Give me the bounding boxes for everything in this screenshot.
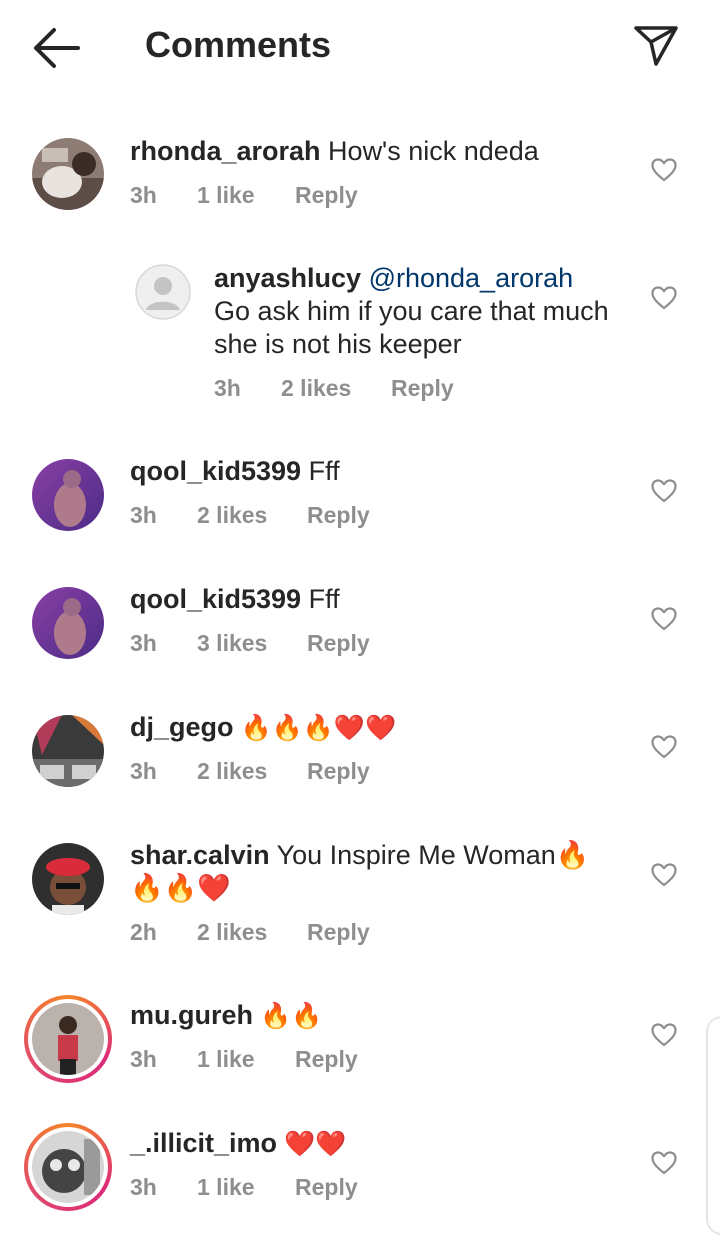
avatar[interactable] [32,1003,104,1075]
comment-time: 3h [130,758,157,784]
comment-time: 3h [130,182,157,208]
avatar[interactable] [32,587,104,659]
reply-button[interactable]: Reply [307,919,370,946]
comment-time: 3h [130,1174,157,1200]
heart-outline-icon [651,158,677,182]
comment-username[interactable]: qool_kid5399 [130,584,301,614]
like-button[interactable] [651,1023,677,1047]
reply-button[interactable]: Reply [295,1046,358,1073]
reply-button[interactable]: Reply [307,758,370,785]
like-button[interactable] [651,479,677,503]
like-button[interactable] [651,158,677,182]
comment-time: 3h [130,1046,157,1072]
comment-text: qool_kid5399 Fff [130,583,630,616]
arrow-left-icon [34,28,80,68]
comment-username[interactable]: anyashlucy [214,263,361,293]
heart-outline-icon [651,1151,677,1175]
comment-likes[interactable]: 2 likes [197,502,267,529]
avatar[interactable] [32,138,104,210]
comment-time: 3h [130,630,157,656]
avatar[interactable] [32,715,104,787]
comment-text: dj_gego 🔥🔥🔥❤️❤️ [130,711,630,745]
comment-time: 2h [130,919,157,945]
comment-body: Fff [301,584,340,614]
comment-username[interactable]: qool_kid5399 [130,456,301,486]
reply-button[interactable]: Reply [295,182,358,209]
comment-text: qool_kid5399 Fff [130,455,630,488]
comment-body: Go ask him if you care that much she is … [214,296,609,359]
comment-body: Fff [301,456,340,486]
heart-outline-icon [651,1023,677,1047]
comment-body: 🔥🔥 [253,1002,323,1030]
comment-likes[interactable]: 2 likes [281,375,351,402]
comment-username[interactable]: rhonda_arorah [130,136,321,166]
header: Comments [0,0,720,96]
reply-button[interactable]: Reply [307,630,370,657]
avatar-placeholder[interactable] [135,264,191,320]
like-button[interactable] [651,286,677,310]
comment-text: _.illicit_imo ❤️❤️ [130,1127,630,1161]
comment-likes[interactable]: 1 like [197,1046,255,1073]
reply-button[interactable]: Reply [307,502,370,529]
comment-text: anyashlucy @rhonda_arorah Go ask him if … [214,262,614,361]
heart-outline-icon [651,735,677,759]
comment-text: rhonda_arorah How's nick ndeda [130,135,630,168]
like-button[interactable] [651,1151,677,1175]
page-title: Comments [145,24,332,65]
reply-button[interactable]: Reply [391,375,454,402]
comment-body: ❤️❤️ [277,1130,347,1158]
comment-likes[interactable]: 3 likes [197,630,267,657]
comment-text: mu.gureh 🔥🔥 [130,999,630,1033]
comment-body: 🔥🔥🔥❤️❤️ [233,714,397,742]
avatar[interactable] [32,1131,104,1203]
comment-likes[interactable]: 1 like [197,182,255,209]
comment-text: shar.calvin You Inspire Me Woman🔥🔥🔥❤️ [130,839,600,905]
like-button[interactable] [651,735,677,759]
story-ring[interactable] [24,995,112,1083]
comment-likes[interactable]: 1 like [197,1174,255,1201]
like-button[interactable] [651,863,677,887]
comment-time: 3h [214,375,241,401]
comment-mention[interactable]: @rhonda_arorah [361,263,574,293]
comment-username[interactable]: dj_gego [130,712,234,742]
avatar[interactable] [32,843,104,915]
reply-button[interactable]: Reply [295,1174,358,1201]
heart-outline-icon [651,479,677,503]
like-button[interactable] [651,607,677,631]
comment-likes[interactable]: 2 likes [197,758,267,785]
comment-username[interactable]: _.illicit_imo [130,1128,277,1158]
comment-body: How's nick ndeda [320,136,539,166]
heart-outline-icon [651,607,677,631]
avatar[interactable] [32,459,104,531]
comment-username[interactable]: shar.calvin [130,840,270,870]
story-ring[interactable] [24,1123,112,1211]
comment-time: 3h [130,502,157,528]
edge-panel-handle[interactable] [706,1016,720,1235]
paper-plane-icon [634,26,678,66]
back-button[interactable] [30,26,82,70]
comment-username[interactable]: mu.gureh [130,1000,253,1030]
comment-likes[interactable]: 2 likes [197,919,267,946]
heart-outline-icon [651,286,677,310]
share-button[interactable] [630,22,682,70]
heart-outline-icon [651,863,677,887]
